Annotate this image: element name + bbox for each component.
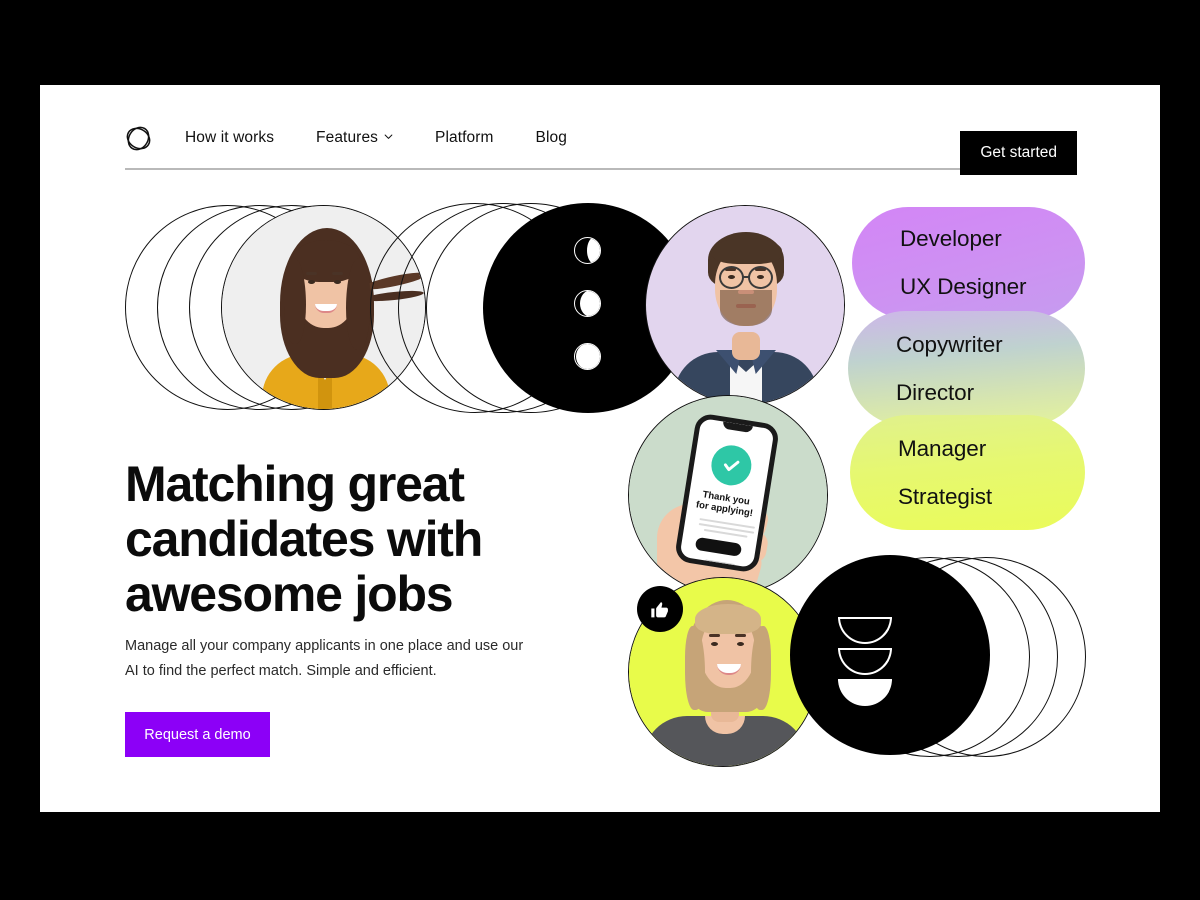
role-pill-purple[interactable]: Developer UX Designer (852, 207, 1085, 319)
phone-notch (722, 421, 753, 434)
role-pill-lime[interactable]: Manager Strategist (850, 415, 1085, 530)
check-circle-icon (708, 442, 755, 489)
moon-phase-icon (574, 290, 601, 317)
landing-page-card: How it works Features Platform Blog Get … (40, 85, 1160, 812)
role-label: Strategist (898, 483, 993, 509)
thumbs-up-badge (637, 586, 683, 632)
screenshot-root: How it works Features Platform Blog Get … (0, 0, 1200, 900)
stacked-semicircle-icon (838, 648, 892, 675)
thumbs-up-icon (650, 601, 668, 617)
stacked-semicircle-disc (790, 555, 990, 755)
role-label: Developer (900, 226, 1002, 251)
role-label: Manager (898, 435, 987, 461)
stacked-semicircle-icon (838, 679, 892, 706)
hero-collage: Thank you for applying! Developer UX Des… (40, 85, 1160, 812)
role-pill-sage[interactable]: Copywriter Director (848, 311, 1085, 426)
role-label: Copywriter (896, 331, 1003, 357)
moon-phase-icon (574, 237, 601, 264)
phone-primary-button (694, 536, 743, 557)
photo-man-glasses (645, 205, 845, 405)
role-label: UX Designer (900, 274, 1027, 299)
request-demo-button[interactable]: Request a demo (125, 712, 270, 757)
photo-phone-hand: Thank you for applying! (628, 395, 828, 595)
moon-phase-icon (574, 343, 601, 370)
hero-subcopy: Manage all your company applicants in on… (125, 638, 524, 679)
role-label: Director (896, 379, 974, 405)
stacked-semicircle-icon (838, 617, 892, 644)
page-title: Matching great candidates with awesome j… (125, 456, 483, 622)
